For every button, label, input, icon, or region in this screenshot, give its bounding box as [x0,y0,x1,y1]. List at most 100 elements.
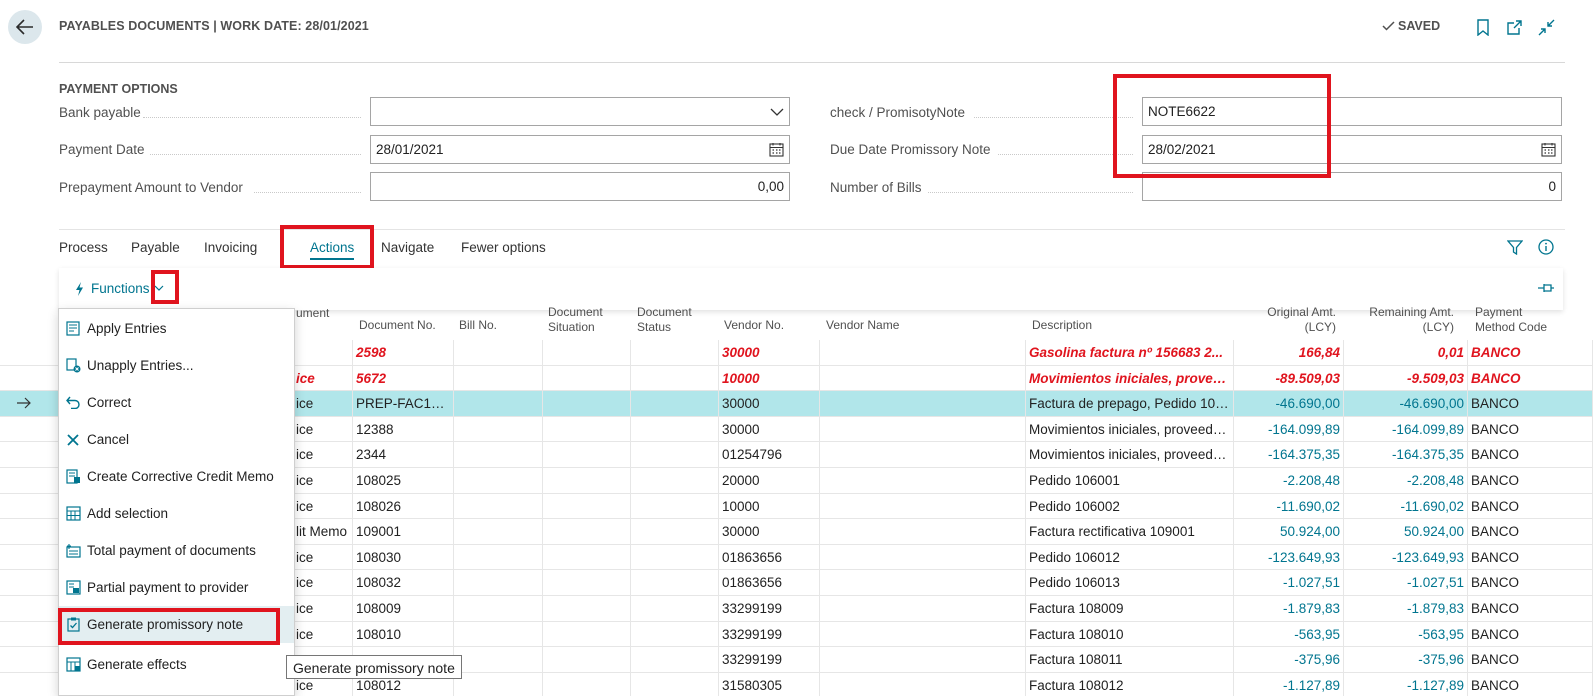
table-cell: 33299199 [719,596,820,622]
table-cell [454,442,543,468]
number-of-bills-input[interactable]: 0 [1142,172,1562,201]
column-header-remaining-amt[interactable]: Remaining Amt. (LCY) [1360,306,1454,335]
table-cell: ice [293,570,353,596]
column-header-original-amt[interactable]: Original Amt. (LCY) [1256,306,1336,335]
calendar-icon[interactable] [769,142,784,157]
table-cell: 50.924,00 [1234,519,1344,545]
table-cell [631,519,719,545]
table-cell: 10000 [719,365,820,392]
menu-item-correct[interactable]: Correct [59,384,294,421]
table-cell: ice [293,442,353,468]
column-header-document-situation[interactable]: Document Situation [548,306,618,335]
tab-payable[interactable]: Payable [131,240,180,255]
back-arrow-icon [16,19,33,35]
table-cell: ice [293,493,353,520]
column-header-document-type[interactable]: ument [296,306,329,321]
number-of-bills-label: Number of Bills [830,180,922,195]
column-header-document-status[interactable]: Document Status [637,306,697,335]
column-header-bill-no[interactable]: Bill No. [459,318,497,333]
menu-item-total-payment-of-documents[interactable]: Total payment of documents [59,532,294,569]
table-cell: Factura 108012 [1026,672,1234,696]
table-cell: BANCO [1468,468,1593,494]
column-header-document-no[interactable]: Document No. [359,318,436,333]
due-date-note-field[interactable]: 28/02/2021 [1142,135,1562,164]
table-cell: ice [293,416,353,443]
column-header-payment-method[interactable]: Payment Method Code [1475,306,1565,335]
tab-process[interactable]: Process [59,240,108,255]
column-header-vendor-no[interactable]: Vendor No. [724,318,784,333]
table-cell: BANCO [1468,340,1593,366]
table-cell [820,672,1026,696]
table-cell [543,570,631,596]
table-cell[interactable]: 108009 [353,596,454,622]
table-cell[interactable]: 2598 [353,340,454,366]
table-cell: ice [293,468,353,494]
table-cell[interactable]: 12388 [353,416,454,443]
lightning-icon [76,281,83,296]
table-cell[interactable]: 108032 [353,570,454,596]
bank-payable-select[interactable] [370,97,790,126]
table-cell[interactable]: 2344 [353,442,454,468]
table-cell: BANCO [1468,365,1593,392]
column-header-description[interactable]: Description [1032,318,1092,333]
table-cell: -2.208,48 [1234,468,1344,494]
bookmark-icon[interactable] [1477,19,1489,36]
table-cell: -2.208,48 [1344,468,1468,494]
table-cell [820,596,1026,622]
table-cell: lit Memo [293,519,353,545]
tab-navigate[interactable]: Navigate [381,240,434,255]
table-cell [820,365,1026,392]
table-cell: -46.690,00 [1234,391,1344,417]
tab-actions[interactable]: Actions [310,240,355,260]
column-header-vendor-name[interactable]: Vendor Name [826,318,899,333]
table-cell [820,647,1026,673]
collapse-icon[interactable] [1538,19,1555,36]
pin-icon[interactable] [1537,281,1555,295]
current-row-arrow-icon [17,397,31,409]
table-cell [454,391,543,417]
functions-button[interactable]: Functions [75,281,150,296]
table-cell: -89.509,03 [1234,365,1344,392]
menu-item-add-selection[interactable]: Add selection [59,495,294,532]
table-cell[interactable]: PREP-FAC103... [353,391,454,417]
table-cell: -1.879,83 [1344,596,1468,622]
filter-icon[interactable] [1507,240,1523,255]
table-cell [454,468,543,494]
table-cell: Factura de prepago, Pedido 106... [1026,391,1234,417]
add-selection-icon [65,506,81,522]
table-cell: BANCO [1468,596,1593,622]
menu-item-generate-promissory-note[interactable]: Generate promissory note [59,606,294,643]
table-cell [631,647,719,673]
prepayment-amount-input[interactable]: 0,00 [370,172,790,201]
tab-invoicing[interactable]: Invoicing [204,240,257,255]
saved-status: SAVED [1382,19,1440,33]
payment-date-field[interactable]: 28/01/2021 [370,135,790,164]
table-cell[interactable]: 108025 [353,468,454,494]
table-cell[interactable]: 108010 [353,621,454,648]
menu-item-unapply-entries[interactable]: Unapply Entries... [59,347,294,384]
check-note-input[interactable]: NOTE6622 [1142,97,1562,126]
table-cell[interactable]: 109001 [353,519,454,545]
functions-chevron-button[interactable] [154,285,164,291]
menu-item-create-corrective-credit-memo[interactable]: Create Corrective Credit Memo [59,458,294,495]
table-cell[interactable]: 108026 [353,493,454,520]
table-cell: Factura 108011 [1026,647,1234,673]
table-cell: 33299199 [719,647,820,673]
table-cell[interactable]: 108030 [353,544,454,571]
calendar-icon[interactable] [1541,142,1556,157]
menu-item-generate-effects[interactable]: Generate effects [59,646,294,683]
menu-item-partial-payment-to-provider[interactable]: Partial payment to provider [59,569,294,606]
credit-memo-icon [65,469,81,485]
table-cell: BANCO [1468,544,1593,571]
back-button[interactable] [8,10,42,44]
menu-item-cancel[interactable]: Cancel [59,421,294,458]
table-cell[interactable]: 5672 [353,365,454,392]
menu-item-apply-entries[interactable]: Apply Entries [59,310,294,347]
table-cell [631,468,719,494]
info-icon[interactable] [1538,239,1554,255]
table-cell [631,442,719,468]
open-new-window-icon[interactable] [1506,19,1523,36]
tab-fewer-options[interactable]: Fewer options [461,240,546,255]
table-cell [820,519,1026,545]
table-cell: Movimientos iniciales, proveedo... [1026,416,1234,443]
